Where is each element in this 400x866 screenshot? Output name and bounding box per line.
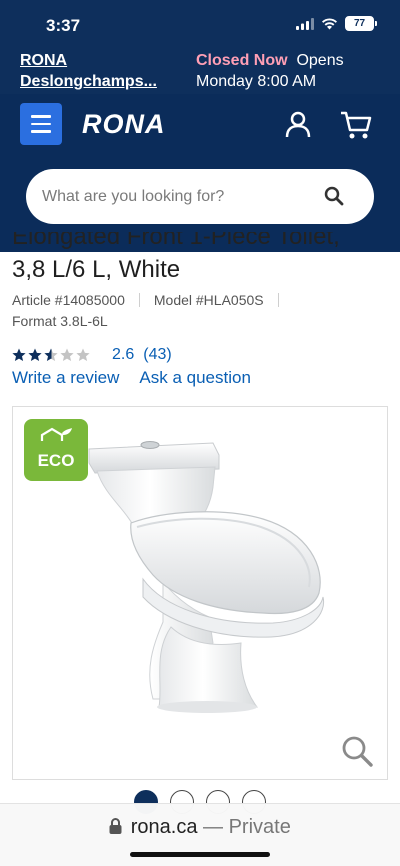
search-box (26, 169, 374, 224)
wifi-icon (322, 17, 337, 29)
site-header: RONA (0, 94, 400, 252)
divider (277, 293, 279, 307)
product-format: Format 3.8L-6L (12, 313, 108, 329)
status-icons: 77 (296, 16, 377, 31)
store-hours: Closed Now Opens Monday 8:00 AM (196, 50, 386, 92)
ask-question-link[interactable]: Ask a question (139, 368, 251, 388)
zoom-icon[interactable] (341, 735, 373, 767)
rating-row[interactable]: 2.6 (43) (12, 346, 172, 364)
url-domain: rona.ca (130, 816, 198, 838)
review-count[interactable]: (43) (143, 346, 171, 364)
battery-icon: 77 (345, 16, 377, 31)
product-title-partial: Elongated Front 1-Piece Toilet, (12, 232, 340, 250)
store-name-link[interactable]: RONA Deslongchamps... (20, 50, 180, 92)
store-bar: RONA Deslongchamps... Closed Now Opens M… (0, 46, 400, 94)
article-number: Article #14085000 (12, 292, 125, 308)
model-number: Model #HLA050S (153, 292, 264, 308)
status-time: 3:37 (46, 16, 81, 35)
cart-icon[interactable] (340, 110, 372, 140)
product-image (88, 441, 325, 713)
lock-icon (109, 818, 122, 834)
browser-url-bar[interactable]: rona.ca — Private (0, 803, 400, 866)
product-meta: Article #14085000 Model #HLA050S (12, 292, 293, 308)
search-input[interactable] (42, 169, 312, 224)
logo-text: RONA (82, 109, 166, 138)
menu-button[interactable] (20, 103, 62, 145)
write-review-link[interactable]: Write a review (12, 368, 119, 388)
rating-value: 2.6 (112, 346, 135, 363)
signal-icon (296, 17, 314, 30)
hamburger-icon (31, 115, 51, 118)
account-icon[interactable] (284, 110, 312, 138)
search-icon[interactable] (324, 186, 344, 206)
product-title: 3,8 L/6 L, White (12, 256, 181, 283)
home-indicator[interactable] (130, 852, 270, 857)
review-links: Write a review Ask a question (12, 368, 251, 388)
store-closed-status: Closed Now (196, 52, 288, 69)
star-rating-icon (12, 348, 90, 361)
status-bar: 3:37 77 (0, 0, 400, 46)
private-mode-label: — Private (203, 816, 291, 838)
url-display[interactable]: rona.ca — Private (0, 816, 400, 839)
product-image-frame[interactable]: ECO (12, 406, 388, 780)
rona-logo[interactable]: RONA (82, 108, 194, 138)
divider (138, 293, 140, 307)
